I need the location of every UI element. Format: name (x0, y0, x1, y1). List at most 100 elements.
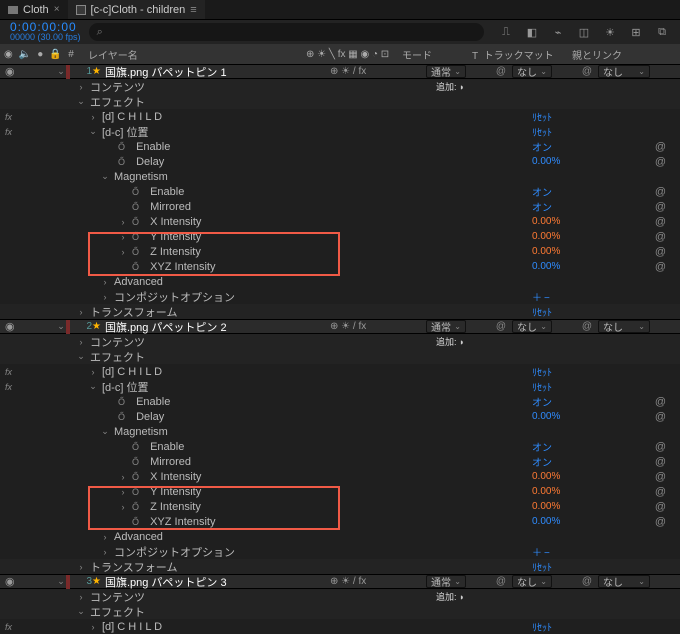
effect-child[interactable]: [d] C H I L D (102, 366, 162, 378)
fx-icon[interactable]: fx (5, 622, 19, 632)
link-icon[interactable]: @ (596, 456, 680, 468)
reset-link[interactable]: ﾘｾｯﾄ (532, 619, 596, 634)
twisty[interactable] (100, 532, 110, 542)
stopwatch-icon[interactable]: Ő (132, 517, 139, 527)
value-pct[interactable]: 0.00% (532, 156, 596, 167)
fx-icon[interactable]: fx (5, 112, 19, 122)
prop-xyzint[interactable]: XYZ Intensity (150, 516, 215, 528)
pickwhip-icon[interactable]: @ (580, 576, 594, 587)
layer-name[interactable]: 国旗.png パペットピン 1 (105, 64, 227, 80)
twisty[interactable] (118, 502, 128, 512)
stopwatch-icon[interactable]: Ő (132, 247, 139, 257)
twisty[interactable] (118, 247, 128, 257)
layer-name[interactable]: 国旗.png パペットピン 3 (105, 574, 227, 590)
group-magnetism[interactable]: Magnetism (114, 171, 168, 183)
shy-icon[interactable]: ⌁ (550, 24, 566, 40)
prop-delay[interactable]: Delay (136, 411, 164, 423)
stopwatch-icon[interactable]: Ő (132, 457, 139, 467)
twisty[interactable] (100, 547, 110, 557)
twisty[interactable] (88, 367, 98, 377)
stopwatch-icon[interactable]: Ő (118, 412, 125, 422)
prop-m-mirrored[interactable]: Mirrored (150, 456, 191, 468)
parent-dropdown[interactable]: なし⌄ (598, 65, 650, 78)
twisty[interactable] (118, 232, 128, 242)
stopwatch-icon[interactable]: Ő (132, 487, 139, 497)
twisty[interactable] (100, 292, 110, 302)
group-transform[interactable]: トランスフォーム (90, 304, 177, 320)
twisty[interactable] (100, 171, 110, 182)
stopwatch-icon[interactable]: Ő (132, 187, 139, 197)
trackmatte-dropdown[interactable]: なし⌄ (512, 65, 552, 78)
timeline-search[interactable]: ⌕ (89, 23, 484, 41)
header-trackmatte[interactable]: トラックマット (484, 51, 554, 62)
stopwatch-icon[interactable]: Ő (118, 397, 125, 407)
layer-twisty[interactable] (56, 576, 66, 587)
close-icon[interactable]: × (54, 4, 60, 15)
value-on[interactable]: オン (532, 454, 596, 469)
layer-row[interactable]: ◉ 2 ★国旗.png パペットピン 2 ⊕ ☀ / fx 通常⌄ @なし⌄ @… (0, 319, 680, 334)
stopwatch-icon[interactable]: Ő (132, 202, 139, 212)
twisty[interactable] (76, 307, 86, 317)
link-icon[interactable]: @ (596, 141, 680, 153)
trackmatte-dropdown[interactable]: なし⌄ (512, 575, 552, 588)
add-menu-icon[interactable]: ◗ (459, 82, 464, 92)
frame-blend-icon[interactable]: ◫ (576, 24, 592, 40)
prop-yint[interactable]: Y Intensity (150, 486, 201, 498)
header-layername[interactable]: レイヤー名 (86, 47, 304, 62)
twisty[interactable] (76, 606, 86, 617)
pickwhip-icon[interactable]: @ (494, 321, 508, 332)
prop-delay[interactable]: Delay (136, 156, 164, 168)
value-on[interactable]: オン (532, 184, 596, 199)
link-icon[interactable]: @ (596, 156, 680, 168)
reset-link[interactable]: ﾘｾｯﾄ (532, 364, 596, 379)
mode-dropdown[interactable]: 通常⌄ (426, 575, 466, 588)
twisty[interactable] (100, 277, 110, 287)
group-magnetism[interactable]: Magnetism (114, 426, 168, 438)
twisty[interactable] (88, 126, 98, 137)
twisty[interactable] (118, 487, 128, 497)
pickwhip-icon[interactable]: @ (494, 576, 508, 587)
link-icon[interactable]: @ (596, 486, 680, 498)
value-pct[interactable]: 0.00% (532, 471, 596, 482)
layer-name[interactable]: 国旗.png パペットピン 2 (105, 319, 227, 335)
prop-effects[interactable]: エフェクト (90, 349, 145, 365)
twisty[interactable] (88, 622, 98, 632)
value-pct[interactable]: 0.00% (532, 516, 596, 527)
effect-position[interactable]: [d-c] 位置 (102, 124, 148, 140)
link-icon[interactable]: @ (596, 441, 680, 453)
prop-effects[interactable]: エフェクト (90, 94, 145, 110)
twisty[interactable] (88, 112, 98, 122)
prop-zint[interactable]: Z Intensity (150, 246, 201, 258)
group-advanced[interactable]: Advanced (114, 276, 163, 288)
add-menu-icon[interactable]: ◗ (459, 337, 464, 347)
prop-xint[interactable]: X Intensity (150, 471, 201, 483)
timecode[interactable]: 0:00:00:00 00000 (30.00 fps) (6, 22, 81, 42)
stopwatch-icon[interactable]: Ő (132, 262, 139, 272)
prop-effects[interactable]: エフェクト (90, 604, 145, 620)
value-on[interactable]: オン (532, 394, 596, 409)
prop-xyzint[interactable]: XYZ Intensity (150, 261, 215, 273)
mode-dropdown[interactable]: 通常⌄ (426, 65, 466, 78)
group-compopt[interactable]: コンポジットオプション (114, 289, 235, 305)
effect-child[interactable]: [d] C H I L D (102, 621, 162, 633)
panel-menu-icon[interactable]: ≡ (190, 4, 196, 16)
layer-row[interactable]: ◉ 3 ★国旗.png パペットピン 3 ⊕ ☀ / fx 通常⌄ @なし⌄ @… (0, 574, 680, 589)
group-advanced[interactable]: Advanced (114, 531, 163, 543)
fx-icon[interactable]: fx (5, 127, 19, 137)
reset-link[interactable]: ﾘｾｯﾄ (532, 379, 596, 394)
prop-yint[interactable]: Y Intensity (150, 231, 201, 243)
twisty[interactable] (118, 217, 128, 227)
layer-switches[interactable]: ⊕ ☀ / fx (330, 321, 426, 332)
compopt-plusminus[interactable]: ＋− (532, 289, 596, 304)
effect-position[interactable]: [d-c] 位置 (102, 379, 148, 395)
link-icon[interactable]: @ (596, 216, 680, 228)
prop-m-mirrored[interactable]: Mirrored (150, 201, 191, 213)
link-icon[interactable]: @ (596, 501, 680, 513)
comp-mini-flowchart-icon[interactable]: ⎍ (498, 24, 514, 40)
reset-link[interactable]: ﾘｾｯﾄ (532, 124, 596, 139)
value-pct[interactable]: 0.00% (532, 261, 596, 272)
layer-label-color[interactable] (66, 65, 70, 79)
link-icon[interactable]: @ (596, 186, 680, 198)
group-compopt[interactable]: コンポジットオプション (114, 544, 235, 560)
twisty[interactable] (76, 337, 86, 347)
